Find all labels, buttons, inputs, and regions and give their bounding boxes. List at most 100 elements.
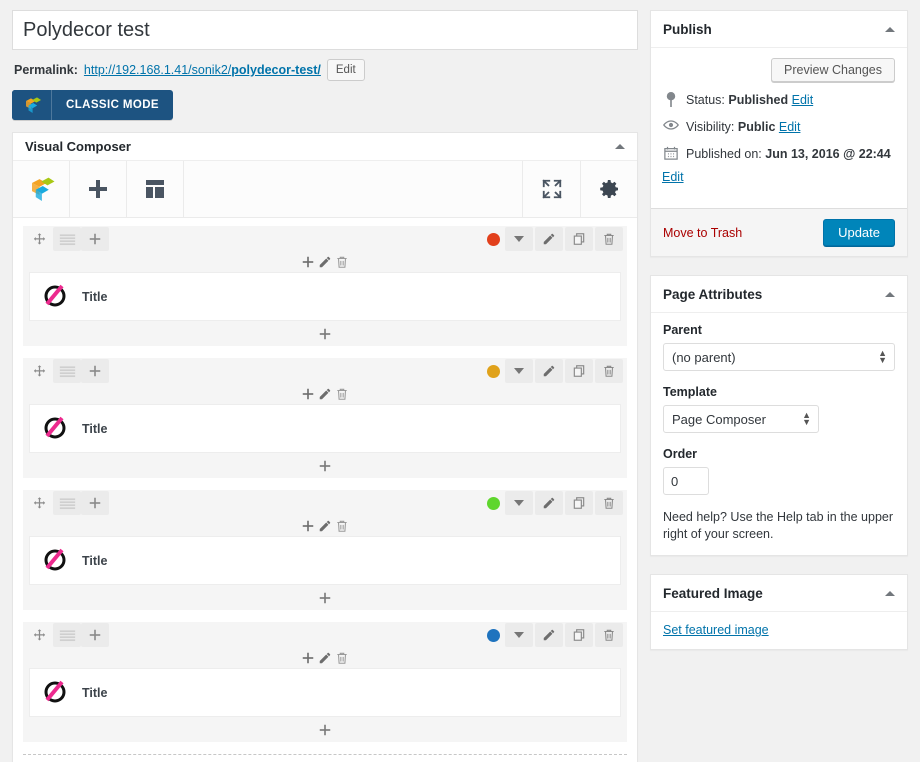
row-add-button[interactable] (81, 227, 109, 251)
vc-element[interactable]: Title (29, 536, 621, 585)
row-delete-button[interactable] (595, 491, 623, 515)
wordpress-page-editor: Permalink: http://192.168.1.41/sonik2/po… (0, 0, 920, 762)
row-clone-button[interactable] (565, 227, 593, 251)
element-delete-button[interactable] (335, 255, 349, 269)
element-edit-button[interactable] (318, 651, 332, 665)
vc-element[interactable]: Title (29, 272, 621, 321)
vc-logo-button[interactable] (13, 161, 70, 217)
element-label: Title (82, 421, 108, 436)
published-edit-link[interactable]: Edit (662, 169, 684, 185)
row-color-dot[interactable] (487, 496, 500, 510)
row-drag-handle[interactable] (25, 359, 53, 383)
templates-button[interactable] (127, 161, 184, 217)
row-layout-button[interactable] (53, 491, 81, 515)
move-handle-icon (33, 364, 45, 376)
element-edit-button[interactable] (318, 519, 332, 533)
permalink-label: Permalink: (14, 63, 78, 77)
element-add-button[interactable] (301, 651, 315, 665)
row-add-button[interactable] (81, 491, 109, 515)
row-layout-button[interactable] (53, 227, 81, 251)
update-button[interactable]: Update (823, 219, 895, 246)
row-layout-button[interactable] (53, 359, 81, 383)
row-delete-button[interactable] (595, 623, 623, 647)
page-attributes-header: Page Attributes (651, 276, 907, 313)
classic-mode-button[interactable]: CLASSIC MODE (12, 90, 173, 120)
row-edit-button[interactable] (535, 623, 563, 647)
element-edit-button[interactable] (318, 255, 332, 269)
row-color-dropdown[interactable] (505, 491, 533, 515)
no-image-slash-icon (42, 282, 68, 311)
element-edit-button[interactable] (318, 387, 332, 401)
move-handle-icon (33, 496, 45, 508)
vc-element[interactable]: Title (29, 668, 621, 717)
visibility-edit-link[interactable]: Edit (779, 120, 801, 134)
row-clone-button[interactable] (565, 359, 593, 383)
row-add-button[interactable] (81, 623, 109, 647)
row-add-element-bottom[interactable] (23, 321, 627, 346)
template-select[interactable]: Page Composer (663, 405, 819, 433)
permalink-slug: polydecor-test/ (231, 63, 321, 77)
row-edit-button[interactable] (535, 359, 563, 383)
plus-icon (319, 592, 331, 603)
row-add-element-bottom[interactable] (23, 585, 627, 610)
no-image-slash-icon (42, 678, 68, 707)
move-to-trash-link[interactable]: Move to Trash (663, 226, 742, 240)
permalink-link[interactable]: http://192.168.1.41/sonik2/polydecor-tes… (84, 63, 321, 77)
row-add-element-bottom[interactable] (23, 717, 627, 742)
trash-icon (337, 652, 347, 664)
parent-select-wrap: (no parent) ▲ ▼ (663, 343, 895, 371)
page-attributes-toggle-icon[interactable] (885, 291, 895, 297)
element-add-button[interactable] (301, 387, 315, 401)
page-attributes-body: Parent (no parent) ▲ ▼ Template Page Comp… (651, 313, 907, 555)
row-delete-button[interactable] (595, 359, 623, 383)
settings-button[interactable] (580, 161, 637, 217)
element-add-button[interactable] (301, 255, 315, 269)
row-color-dot[interactable] (487, 364, 500, 378)
row-color-dropdown[interactable] (505, 359, 533, 383)
row-drag-handle[interactable] (25, 227, 53, 251)
publish-toggle-icon[interactable] (885, 26, 895, 32)
element-delete-button[interactable] (335, 387, 349, 401)
featured-image-toggle-icon[interactable] (885, 590, 895, 596)
row-clone-button[interactable] (565, 623, 593, 647)
order-input[interactable] (663, 467, 709, 495)
row-clone-button[interactable] (565, 491, 593, 515)
row-drag-handle[interactable] (25, 623, 53, 647)
template-label: Template (663, 385, 717, 399)
row-color-dropdown[interactable] (505, 227, 533, 251)
vc-dropzone[interactable] (23, 754, 627, 762)
element-label: Title (82, 685, 108, 700)
plus-icon (319, 724, 331, 735)
row-color-dropdown[interactable] (505, 623, 533, 647)
element-label: Title (82, 289, 108, 304)
vc-element[interactable]: Title (29, 404, 621, 453)
featured-image-header: Featured Image (651, 575, 907, 612)
row-delete-button[interactable] (595, 227, 623, 251)
status-value: Published (728, 93, 789, 107)
copy-icon (573, 233, 585, 245)
row-add-element-bottom[interactable] (23, 453, 627, 478)
preview-changes-button[interactable]: Preview Changes (771, 58, 895, 82)
pencil-icon (543, 497, 555, 509)
status-edit-link[interactable]: Edit (792, 93, 814, 107)
element-delete-button[interactable] (335, 519, 349, 533)
row-add-button[interactable] (81, 359, 109, 383)
row-edit-button[interactable] (535, 227, 563, 251)
edit-permalink-button[interactable]: Edit (326, 59, 365, 81)
row-edit-button[interactable] (535, 491, 563, 515)
parent-select[interactable]: (no parent) (663, 343, 895, 371)
fullscreen-button[interactable] (523, 161, 580, 217)
element-delete-button[interactable] (335, 651, 349, 665)
row-layout-button[interactable] (53, 623, 81, 647)
calendar-icon (663, 146, 679, 160)
add-element-button[interactable] (70, 161, 127, 217)
row-color-dot[interactable] (487, 232, 500, 246)
row-drag-handle[interactable] (25, 491, 53, 515)
row-color-dot[interactable] (487, 628, 500, 642)
trash-icon (337, 388, 347, 400)
post-title-input[interactable] (12, 10, 638, 50)
element-add-button[interactable] (301, 519, 315, 533)
panel-toggle-icon[interactable] (615, 144, 625, 149)
set-featured-image-link[interactable]: Set featured image (663, 623, 769, 637)
page-attributes-help-note: Need help? Use the Help tab in the upper… (663, 510, 894, 541)
